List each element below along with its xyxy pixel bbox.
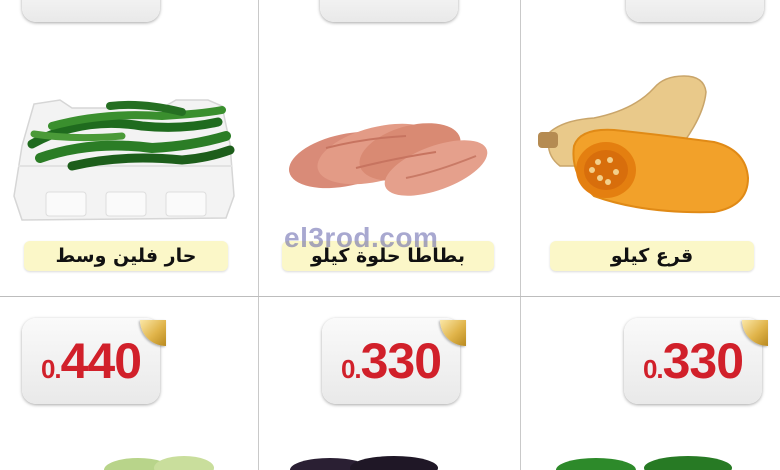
price-tag-top-middle: 0.330 <box>320 0 458 22</box>
price-value: 0.330 <box>642 333 744 389</box>
column-divider-right <box>520 0 521 470</box>
price-value: 0.330 <box>42 0 142 6</box>
product-label-squash: قرع كيلو <box>550 241 754 271</box>
page-curl-icon <box>440 320 466 346</box>
price-tag-top-left: 0.330 <box>22 0 160 22</box>
chili-peppers-image <box>13 99 235 221</box>
price-tag-bottom-left: 0.440 <box>22 318 166 404</box>
price-value: 0.220 <box>646 0 746 6</box>
zucchini-partial-image <box>104 456 214 470</box>
butternut-squash-image <box>538 75 750 214</box>
price-value: 0.330 <box>340 333 442 389</box>
product-name: قرع كيلو <box>610 245 694 267</box>
price-tag-bottom-right: 0.330 <box>624 318 768 404</box>
product-name: حار فلين وسط <box>55 245 197 267</box>
watermark-text: el3rod.com <box>284 222 439 253</box>
price-tag-top-right: 0.220 <box>626 0 764 22</box>
column-divider-left <box>258 0 259 470</box>
sweet-potatoes-image <box>289 123 488 196</box>
row-divider <box>0 296 780 297</box>
green-pepper-partial-image <box>556 456 732 470</box>
product-label-chili: حار فلين وسط <box>24 241 228 271</box>
price-tag-bottom-middle: 0.330 <box>322 318 466 404</box>
page-curl-icon <box>742 320 768 346</box>
page-curl-icon <box>140 320 166 346</box>
price-value: 0.440 <box>40 333 142 389</box>
eggplant-partial-image <box>290 456 438 470</box>
price-value: 0.330 <box>340 0 440 6</box>
